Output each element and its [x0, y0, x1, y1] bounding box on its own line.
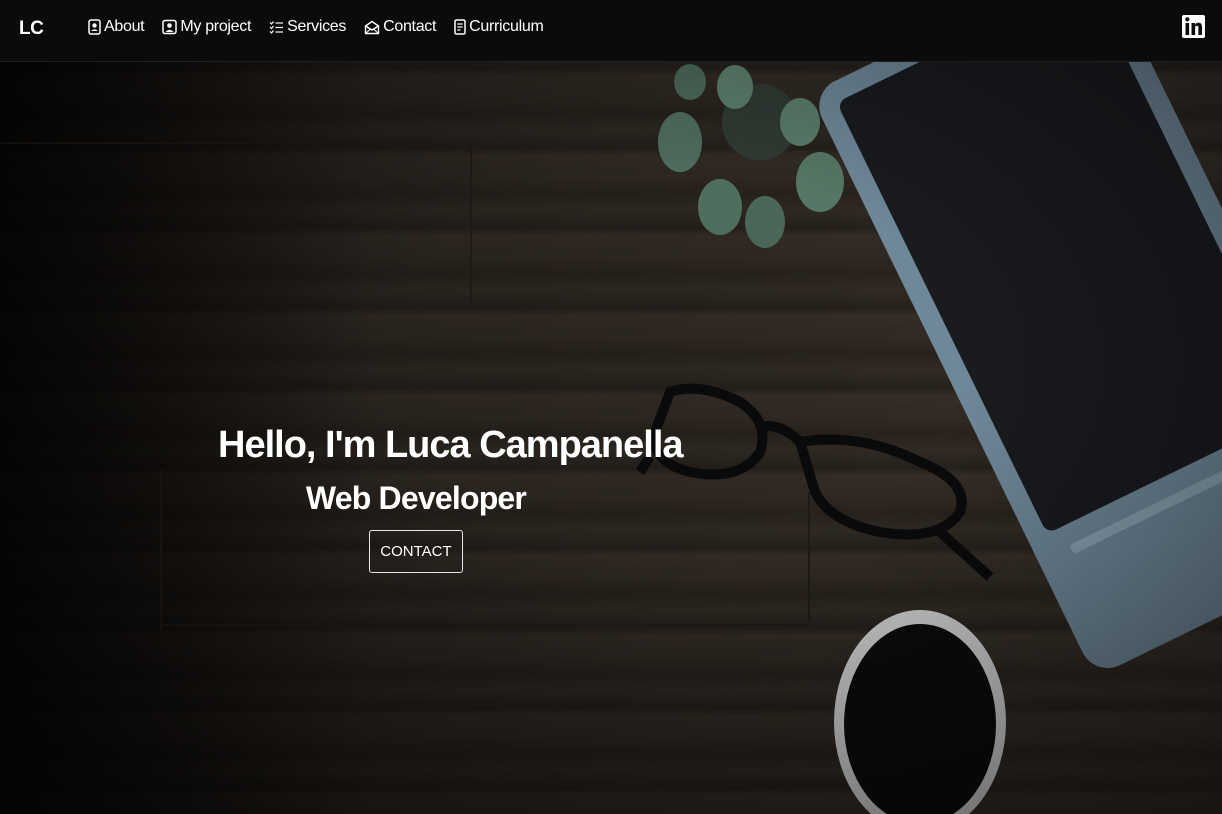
list-check-icon	[269, 21, 284, 34]
envelope-open-icon	[364, 20, 380, 34]
nav-item-curriculum[interactable]: Curriculum	[454, 18, 544, 36]
hero-title: Hello, I'm Luca Campanella	[218, 424, 684, 466]
contact-button[interactable]: CONTACT	[369, 530, 463, 573]
brand-logo[interactable]: LC	[19, 18, 44, 40]
nav-label-services: Services	[287, 18, 347, 35]
nav-item-contact[interactable]: Contact	[364, 18, 436, 36]
linkedin-link[interactable]	[1182, 12, 1205, 42]
nav-label-curriculum: Curriculum	[469, 18, 544, 35]
linkedin-icon	[1182, 15, 1205, 38]
navbar: LC About My project Services Contact Cur…	[0, 0, 1222, 62]
file-text-icon	[454, 19, 466, 35]
nav-label-about: About	[104, 18, 145, 35]
nav-links: About My project Services Contact Curric…	[88, 18, 562, 36]
hero-section: Hello, I'm Luca Campanella Web Developer…	[0, 62, 1222, 814]
nav-item-services[interactable]: Services	[269, 18, 346, 36]
hero-subtitle: Web Developer	[305, 480, 527, 516]
person-badge-icon	[88, 19, 101, 35]
hero-text: Hello, I'm Luca Campanella Web Developer…	[218, 420, 684, 573]
nav-item-my-project[interactable]: My project	[162, 18, 251, 36]
nav-label-contact: Contact	[383, 18, 437, 35]
person-square-icon	[162, 19, 178, 35]
nav-label-my-project: My project	[180, 18, 252, 35]
nav-item-about[interactable]: About	[88, 18, 145, 36]
